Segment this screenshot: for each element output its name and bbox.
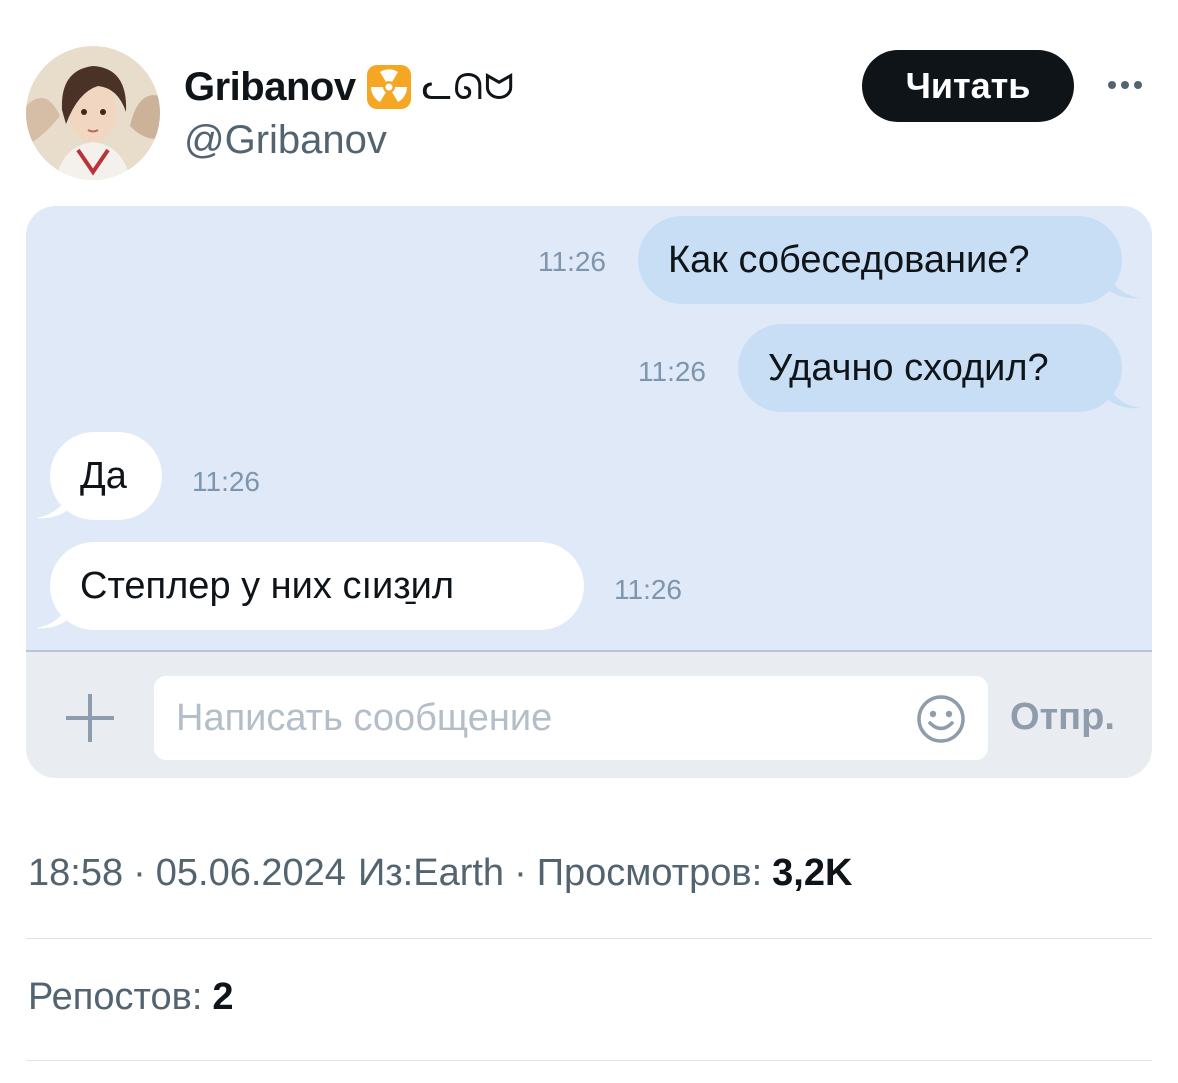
reposts-stat[interactable]: Репостов: 2 <box>28 976 234 1019</box>
follow-button[interactable]: Читать <box>862 50 1074 122</box>
author-handle[interactable]: @Gribanov <box>184 118 387 163</box>
chat-screenshot: 11:26 Как собеседование? 11:26 Удачно сх… <box>26 206 1152 778</box>
incoming-message: Степлер у них сıиз̱ил <box>50 542 584 630</box>
separator: · <box>514 852 527 894</box>
tweet-time[interactable]: 18:58 <box>28 852 123 895</box>
divider <box>26 938 1152 939</box>
reposts-label: Репостов: <box>28 976 203 1018</box>
incoming-message: Да <box>50 432 162 520</box>
divider <box>26 1060 1152 1061</box>
message-input[interactable] <box>154 676 988 760</box>
message-time: 11:26 <box>538 246 606 277</box>
send-button[interactable]: Отпр. <box>1010 696 1115 739</box>
more-dots-icon[interactable] <box>1100 70 1150 100</box>
reposts-count: 2 <box>212 976 234 1018</box>
tweet-meta: 18:58 · 05.06.2024 Из:Earth · Просмотров… <box>28 852 852 895</box>
outgoing-message: Как собеседование? <box>638 216 1122 304</box>
message-time: 11:26 <box>614 574 682 605</box>
tweet-date[interactable]: 05.06.2024 <box>156 852 346 895</box>
plus-icon[interactable] <box>64 692 116 744</box>
message-time: 11:26 <box>192 466 260 497</box>
message-list: 11:26 Как собеседование? 11:26 Удачно сх… <box>26 206 1152 650</box>
views-count: 3,2K <box>772 852 853 894</box>
message-time: 11:26 <box>638 356 706 387</box>
author-name-row[interactable]: Gribanov ᓚᘏᗢ <box>184 62 515 112</box>
composer-bar: Отпр. <box>26 650 1152 778</box>
avatar[interactable] <box>26 46 160 180</box>
author-name-glyphs: ᓚᘏᗢ <box>421 65 516 107</box>
tweet-source: Из:Earth <box>357 852 505 894</box>
views-label: Просмотров: <box>536 852 763 894</box>
author-display-name[interactable]: Gribanov <box>184 65 356 110</box>
radioactive-icon <box>366 64 412 110</box>
separator: · <box>133 852 146 894</box>
smiley-icon[interactable] <box>916 694 966 744</box>
outgoing-message: Удачно сходил? <box>738 324 1122 412</box>
